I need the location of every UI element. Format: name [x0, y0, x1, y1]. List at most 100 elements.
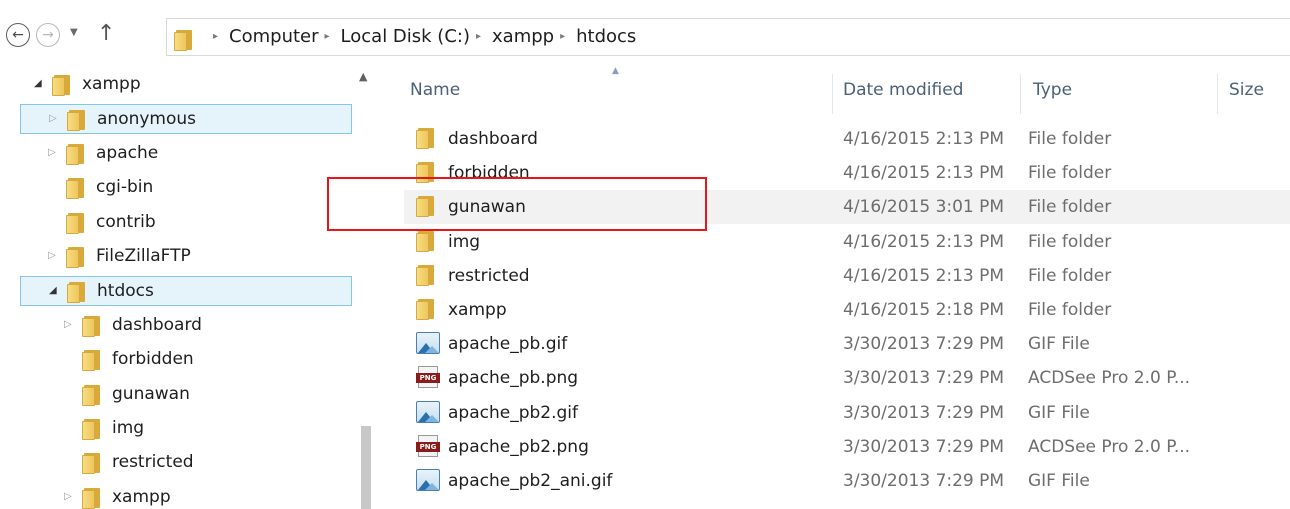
file-date-modified: 3/30/2013 7:29 PM [843, 402, 1005, 423]
column-size-label: Size [1229, 80, 1264, 100]
file-date-modified: 3/30/2013 7:29 PM [843, 368, 1005, 389]
column-name-label: Name [410, 80, 461, 100]
file-type: File folder [1028, 300, 1112, 320]
file-row[interactable]: apache_pb2.gif 3/30/2013 7:29 PM GIF File [404, 396, 1290, 430]
tree-item-restricted[interactable]: restricted [20, 448, 352, 478]
folder-icon [82, 349, 102, 372]
folder-icon [82, 384, 102, 406]
tree-item-xampp[interactable]: ◢ xampp [20, 70, 352, 100]
collapsed-arrow-icon[interactable]: ▷ [64, 319, 72, 330]
png-file-icon: PNG [416, 366, 440, 389]
tree-item-label: htdocs [97, 281, 154, 302]
file-date-modified: 4/16/2015 3:01 PM [843, 197, 1005, 218]
file-date-modified: 3/30/2013 7:29 PM [843, 436, 1005, 457]
collapsed-arrow-icon[interactable]: ▷ [48, 250, 56, 261]
breadcrumb-separator-icon[interactable]: ▸ [213, 31, 218, 42]
tree-item-forbidden[interactable]: forbidden [20, 345, 352, 375]
file-name: apache_pb2.png [448, 436, 589, 457]
file-type: ACDSee Pro 2.0 P... [1028, 368, 1191, 389]
folder-icon [82, 315, 102, 337]
file-row[interactable]: xampp 4/16/2015 2:18 PM File folder [404, 293, 1290, 327]
file-name: dashboard [448, 129, 538, 149]
file-row[interactable]: dashboard 4/16/2015 2:13 PM File folder [404, 122, 1290, 156]
column-header-name[interactable]: Name [410, 80, 460, 100]
collapsed-arrow-icon[interactable]: ▷ [48, 147, 56, 158]
tree-item-dashboard[interactable]: ▷ dashboard [20, 311, 352, 341]
tree-item-label: anonymous [97, 109, 197, 130]
folder-icon [82, 452, 102, 475]
tree-item-anonymous[interactable]: ▷ anonymous [20, 104, 352, 135]
file-name: img [448, 231, 481, 252]
file-row[interactable]: PNG apache_pb.png 3/30/2013 7:29 PM ACDSee … [404, 361, 1290, 395]
tree-item-label: xampp [82, 74, 141, 94]
tree-item-xampp[interactable]: ▷ xampp [20, 483, 352, 509]
tree-item-label: cgi-bin [96, 177, 154, 198]
collapsed-arrow-icon[interactable]: ▷ [64, 491, 72, 502]
folder-icon [82, 487, 102, 509]
column-header-date-modified[interactable]: Date modified [843, 80, 963, 100]
file-row[interactable]: apache_pb2_ani.gif 3/30/2013 7:29 PM GIF F… [404, 464, 1290, 498]
folder-icon [67, 281, 87, 304]
file-row[interactable]: apache_pb.gif 3/30/2013 7:29 PM GIF File [404, 327, 1290, 361]
forward-arrow-icon[interactable]: → [36, 23, 60, 47]
expanded-arrow-icon[interactable]: ◢ [49, 285, 57, 296]
tree-item-label: gunawan [112, 383, 190, 404]
collapsed-arrow-icon[interactable]: ▷ [49, 113, 57, 124]
tree-item-label: forbidden [112, 349, 194, 370]
breadcrumb-separator-icon[interactable]: ▸ [560, 31, 565, 42]
navigation-scrollbar[interactable]: ▲ [354, 66, 376, 509]
tree-item-label: img [112, 418, 145, 438]
folder-icon [52, 74, 72, 96]
folder-icon [416, 264, 436, 286]
breadcrumb-separator-icon[interactable]: ▸ [325, 31, 330, 42]
file-type: GIF File [1028, 471, 1090, 491]
tree-item-label: apache [96, 142, 159, 163]
expanded-arrow-icon[interactable]: ◢ [34, 78, 42, 89]
file-name: apache_pb.png [448, 368, 579, 389]
column-header-size[interactable]: Size [1229, 80, 1264, 100]
breadcrumb-separator-icon[interactable]: ▸ [476, 31, 481, 42]
file-name: xampp [448, 300, 507, 320]
column-divider[interactable] [1020, 74, 1021, 114]
column-date-label: Date modified [843, 80, 964, 100]
file-date-modified: 3/30/2013 7:29 PM [843, 471, 1005, 491]
file-date-modified: 4/16/2015 2:13 PM [843, 163, 1005, 184]
file-type: ACDSee Pro 2.0 P... [1028, 436, 1191, 457]
tree-item-gunawan[interactable]: gunawan [20, 380, 352, 410]
breadcrumb-item[interactable]: Local Disk (C:) [341, 26, 470, 47]
breadcrumb-item[interactable]: htdocs [576, 26, 636, 47]
folder-icon [174, 29, 194, 51]
back-arrow-icon[interactable]: ← [6, 23, 30, 47]
recent-locations-dropdown[interactable]: ▼ [70, 27, 78, 38]
navigation-pane: ◢ xampp ▷ anonymous ▷ apache cgi-bin contrib ▷ Fi… [0, 66, 380, 509]
file-row[interactable]: restricted 4/16/2015 2:13 PM File folder [404, 259, 1290, 293]
file-list: Name ▲ Date modified Type Size dashboard… [380, 66, 1290, 509]
tree-item-htdocs[interactable]: ◢ htdocs [20, 276, 352, 307]
tree-item-label: contrib [96, 211, 156, 232]
column-divider[interactable] [1217, 74, 1218, 114]
file-date-modified: 4/16/2015 2:13 PM [843, 231, 1005, 252]
tree-item-filezillaftp[interactable]: ▷ FileZillaFTP [20, 242, 352, 272]
breadcrumb-item[interactable]: xampp [492, 26, 554, 47]
breadcrumb-item[interactable]: Computer [229, 26, 318, 47]
column-divider[interactable] [832, 74, 833, 114]
up-arrow-icon[interactable]: ↑ [97, 21, 115, 46]
tree-item-cgi-bin[interactable]: cgi-bin [20, 173, 352, 203]
folder-icon [416, 298, 436, 320]
file-type: File folder [1028, 129, 1112, 149]
folder-icon [66, 143, 86, 165]
image-file-icon [416, 332, 440, 355]
file-type: GIF File [1028, 402, 1090, 423]
file-row[interactable]: PNG apache_pb2.png 3/30/2013 7:29 PM ACDSee… [404, 430, 1290, 464]
tree-item-apache[interactable]: ▷ apache [20, 139, 352, 169]
tree-item-contrib[interactable]: contrib [20, 208, 352, 238]
column-type-label: Type [1033, 80, 1073, 100]
folder-icon [66, 212, 86, 234]
address-path-box[interactable]: ▸ Computer ▸ Local Disk (C:) ▸ xampp ▸ htdocs [166, 18, 1290, 56]
folder-icon [416, 230, 436, 252]
column-header-type[interactable]: Type [1033, 80, 1072, 100]
tree-item-label: restricted [112, 452, 194, 473]
tree-item-img[interactable]: img [20, 414, 352, 444]
scroll-up-icon[interactable]: ▲ [359, 70, 367, 83]
scroll-thumb[interactable] [361, 426, 371, 509]
